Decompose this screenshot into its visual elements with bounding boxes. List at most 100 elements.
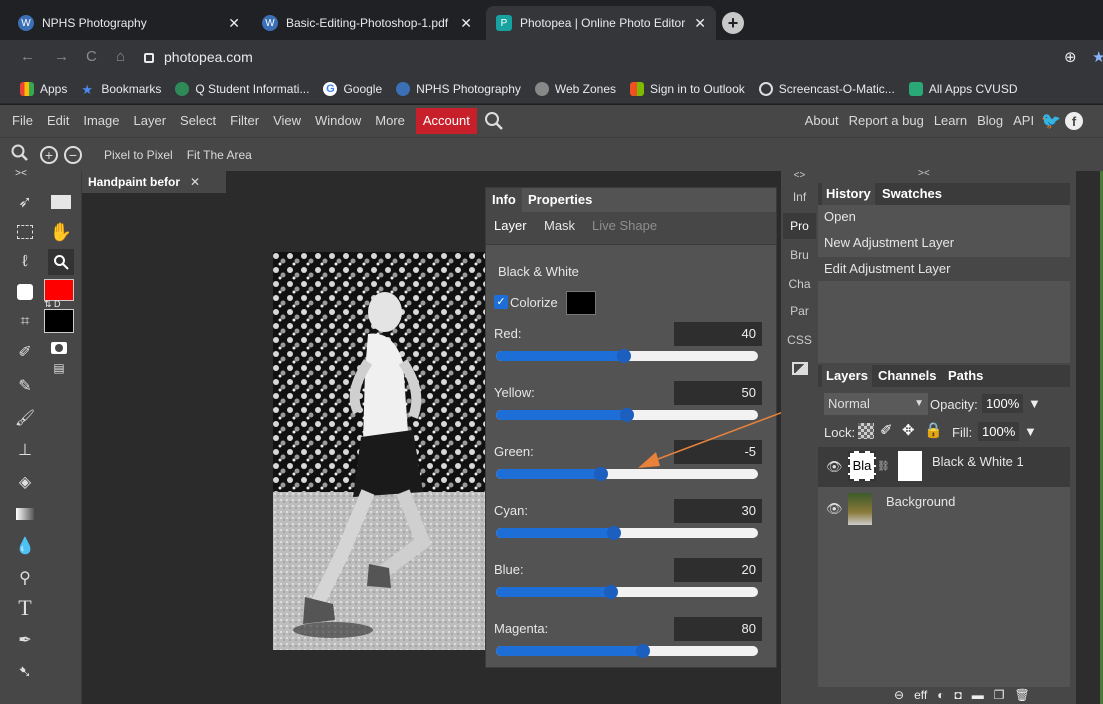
menu-more[interactable]: More bbox=[368, 108, 412, 134]
subtab-layer[interactable]: Layer bbox=[494, 218, 527, 233]
properties-panel-button[interactable]: Pro bbox=[783, 213, 816, 239]
layer-row-selected[interactable]: 👁 Bla ⛓ Black & White 1 bbox=[818, 447, 1070, 487]
bookmark-bookmarks[interactable]: ★ Bookmarks bbox=[81, 82, 161, 97]
slider-track[interactable] bbox=[496, 646, 758, 656]
info-panel-button[interactable]: Inf bbox=[783, 184, 816, 210]
bookmark-web-zones[interactable]: Web Zones bbox=[534, 81, 616, 96]
tab-channels[interactable]: Channels bbox=[874, 365, 941, 387]
adjustment-layer-icon[interactable]: ◐ bbox=[937, 688, 944, 702]
fill-dropdown-icon[interactable]: ▼ bbox=[1024, 424, 1037, 439]
collapse-toolbar-icon[interactable]: >< bbox=[8, 167, 34, 179]
blend-mode-select[interactable]: Normal ▼ bbox=[824, 393, 928, 415]
bookmark-outlook[interactable]: Sign in to Outlook bbox=[630, 81, 745, 96]
rectangle-tool-icon[interactable] bbox=[48, 189, 74, 215]
twitter-icon[interactable]: 🐦 bbox=[1041, 111, 1061, 131]
collapse-right-icon[interactable]: >< bbox=[918, 168, 930, 179]
menu-filter[interactable]: Filter bbox=[223, 108, 266, 134]
eyedropper-tool-icon[interactable]: ✐ bbox=[12, 339, 38, 365]
screen-mode-icon[interactable]: ▤ bbox=[46, 355, 72, 381]
menu-edit[interactable]: Edit bbox=[40, 108, 76, 134]
new-tab-button[interactable]: + bbox=[722, 12, 744, 34]
opacity-dropdown-icon[interactable]: ▼ bbox=[1028, 396, 1041, 411]
bookmark-all-apps[interactable]: All Apps CVUSD bbox=[908, 81, 1018, 96]
paragraph-panel-button[interactable]: Par bbox=[783, 298, 816, 324]
healing-tool-icon[interactable]: ✎ bbox=[12, 373, 38, 399]
css-panel-button[interactable]: CSS bbox=[783, 327, 816, 353]
link-layers-icon[interactable]: ⊖ bbox=[894, 688, 904, 702]
close-tab-icon[interactable]: ✕ bbox=[694, 15, 706, 32]
tab-layers[interactable]: Layers bbox=[822, 365, 872, 387]
foreground-color-swatch[interactable] bbox=[44, 279, 74, 301]
slider-track[interactable] bbox=[496, 587, 758, 597]
browser-tab-nphs[interactable]: W NPHS Photography ✕ bbox=[8, 6, 250, 40]
about-link[interactable]: About bbox=[800, 108, 844, 134]
blur-tool-icon[interactable]: 💧 bbox=[12, 533, 38, 559]
image-panel-icon[interactable] bbox=[783, 355, 816, 381]
brush-tool-icon[interactable]: 🖌 bbox=[12, 405, 38, 431]
tab-paths[interactable]: Paths bbox=[944, 365, 987, 387]
marquee-tool-icon[interactable] bbox=[12, 219, 38, 245]
type-tool-icon[interactable]: T bbox=[12, 595, 38, 621]
slider-handle[interactable] bbox=[606, 526, 621, 540]
mask-thumbnail[interactable] bbox=[898, 451, 922, 481]
slider-value-field[interactable]: 80 bbox=[674, 617, 762, 641]
add-mask-icon[interactable]: ◘ bbox=[954, 688, 961, 702]
fit-area-button[interactable]: Fit The Area bbox=[187, 148, 252, 162]
menu-image[interactable]: Image bbox=[76, 108, 126, 134]
subtab-live-shape[interactable]: Live Shape bbox=[592, 218, 657, 233]
facebook-icon[interactable]: f bbox=[1065, 112, 1083, 130]
install-icon[interactable]: ⊕ bbox=[1064, 48, 1077, 66]
reload-icon[interactable]: C bbox=[86, 48, 97, 65]
visibility-eye-icon[interactable]: 👁 bbox=[826, 501, 843, 517]
colorize-checkbox[interactable]: ✓ bbox=[494, 295, 508, 309]
close-tab-icon[interactable]: ✕ bbox=[228, 15, 240, 32]
zoom-tool-button[interactable] bbox=[48, 249, 74, 275]
url-field[interactable]: photopea.com bbox=[144, 45, 1044, 69]
blog-link[interactable]: Blog bbox=[972, 108, 1008, 134]
history-item-selected[interactable]: Edit Adjustment Layer bbox=[818, 257, 1070, 281]
lock-transparency-icon[interactable] bbox=[858, 423, 874, 439]
opacity-value[interactable]: 100% bbox=[982, 394, 1024, 413]
tab-properties[interactable]: Properties bbox=[522, 188, 599, 212]
visibility-eye-icon[interactable]: 👁 bbox=[826, 459, 843, 475]
slider-handle[interactable] bbox=[635, 644, 650, 658]
zoom-in-icon[interactable]: + bbox=[40, 145, 58, 164]
document-image[interactable] bbox=[273, 252, 485, 650]
subtab-mask[interactable]: Mask bbox=[544, 218, 575, 233]
path-select-tool-icon[interactable]: ➷ bbox=[12, 659, 38, 685]
menu-select[interactable]: Select bbox=[173, 108, 223, 134]
move-tool-icon[interactable]: ➶ bbox=[12, 189, 38, 215]
pixel-to-pixel-button[interactable]: Pixel to Pixel bbox=[104, 148, 173, 162]
dodge-tool-icon[interactable]: ⚲ bbox=[12, 565, 38, 591]
menu-view[interactable]: View bbox=[266, 108, 308, 134]
home-icon[interactable]: ⌂ bbox=[116, 48, 125, 65]
new-group-icon[interactable]: ▬ bbox=[972, 688, 984, 702]
hand-tool-icon[interactable]: ✋ bbox=[48, 219, 74, 245]
close-document-icon[interactable]: ✕ bbox=[190, 175, 200, 189]
bookmark-apps[interactable]: Apps bbox=[20, 81, 67, 96]
layer-effects-link[interactable]: eff bbox=[914, 688, 927, 702]
stamp-tool-icon[interactable]: ⊥ bbox=[12, 437, 38, 463]
gradient-tool-icon[interactable] bbox=[12, 501, 38, 527]
brush-panel-button[interactable]: Bru bbox=[783, 242, 816, 268]
learn-link[interactable]: Learn bbox=[929, 108, 972, 134]
slider-value-field[interactable]: 20 bbox=[674, 558, 762, 582]
background-color-swatch[interactable] bbox=[44, 309, 74, 333]
bookmark-q-student[interactable]: Q Student Informati... bbox=[175, 81, 309, 96]
bookmark-star-icon[interactable]: ★ bbox=[1092, 48, 1103, 66]
layer-row[interactable]: 👁 Background bbox=[818, 489, 1070, 529]
close-tab-icon[interactable]: ✕ bbox=[460, 15, 472, 32]
menu-window[interactable]: Window bbox=[308, 108, 368, 134]
menu-layer[interactable]: Layer bbox=[127, 108, 174, 134]
bookmark-google[interactable]: G Google bbox=[323, 81, 382, 96]
menu-file[interactable]: File bbox=[5, 108, 40, 134]
collapse-panels-icon[interactable]: <> bbox=[783, 169, 816, 181]
tab-swatches[interactable]: Swatches bbox=[878, 183, 946, 205]
history-item[interactable]: New Adjustment Layer bbox=[818, 231, 1070, 255]
link-icon[interactable]: ⛓ bbox=[877, 461, 890, 472]
browser-tab-photopea[interactable]: P Photopea | Online Photo Editor ✕ bbox=[486, 6, 716, 40]
zoom-out-icon[interactable]: − bbox=[64, 145, 82, 164]
bookmark-screencast[interactable]: Screencast-O-Matic... bbox=[758, 81, 895, 96]
history-item[interactable]: Open bbox=[818, 205, 1070, 229]
pen-tool-icon[interactable]: ✒ bbox=[12, 627, 38, 653]
